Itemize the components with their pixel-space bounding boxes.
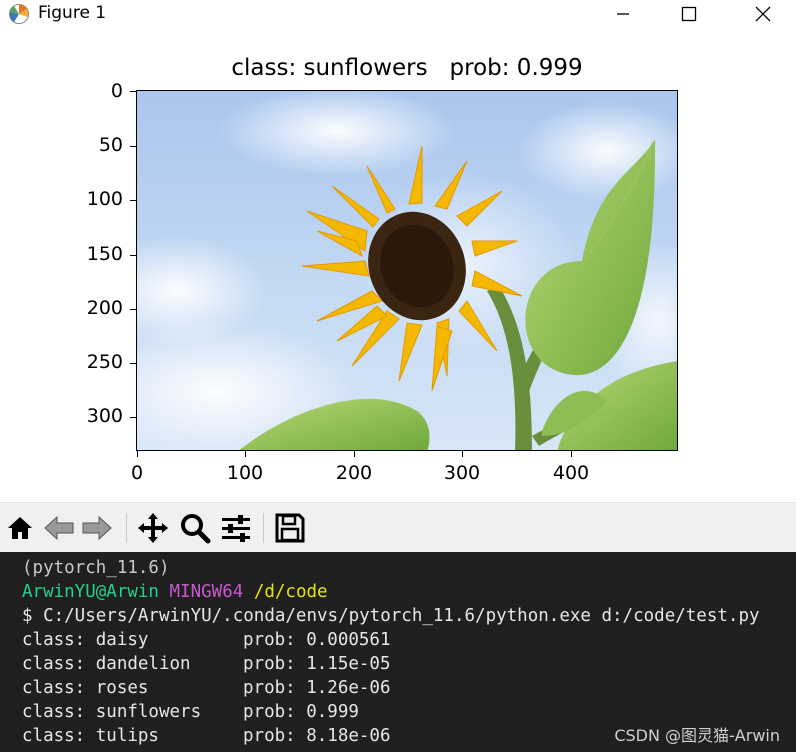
close-button[interactable]	[730, 0, 796, 28]
terminal-output[interactable]: (pytorch_11.6) ArwinYU@Arwin MINGW64 /d/…	[0, 552, 796, 752]
y-tick-label: 150	[86, 243, 123, 265]
zoom-magnifier-icon	[181, 514, 211, 544]
save-floppy-icon	[275, 513, 305, 543]
y-tick-label: 250	[86, 351, 123, 373]
result-prob: prob: 8.18e-06	[243, 726, 391, 746]
y-tick-mark	[130, 363, 136, 364]
y-tick-label: 200	[86, 297, 123, 319]
window-titlebar: Figure 1	[0, 0, 796, 28]
y-tick-label: 300	[86, 405, 123, 427]
toolbar-separator	[126, 513, 127, 543]
y-tick-mark	[130, 309, 136, 310]
plot-title: class: sunflowers prob: 0.999	[231, 55, 583, 81]
x-tick-mark	[354, 451, 355, 457]
forward-arrow-icon	[82, 515, 112, 541]
y-tick-mark	[130, 417, 136, 418]
terminal-command-line: $ C:/Users/ArwinYU/.conda/envs/pytorch_1…	[22, 606, 760, 626]
home-icon	[8, 517, 32, 539]
navigation-toolbar	[0, 502, 796, 553]
maximize-icon	[681, 6, 697, 22]
toolbar-separator	[263, 513, 264, 543]
prompt-system: MINGW64	[169, 582, 244, 602]
y-tick-mark	[130, 146, 136, 147]
result-class: class: tulips	[22, 726, 159, 746]
x-tick-label: 200	[335, 462, 373, 484]
x-tick-mark	[571, 451, 572, 457]
forward-button[interactable]	[80, 511, 114, 545]
y-tick-mark	[130, 200, 136, 201]
configure-subplots-button[interactable]	[219, 511, 253, 545]
minimize-button[interactable]	[590, 0, 656, 28]
x-tick-mark	[462, 451, 463, 457]
x-tick-mark	[245, 451, 246, 457]
result-class: class: dandelion	[22, 654, 191, 674]
pan-button[interactable]	[136, 511, 170, 545]
configure-subplots-icon	[222, 515, 250, 542]
result-prob: prob: 0.999	[243, 702, 359, 722]
result-prob: prob: 1.15e-05	[243, 654, 391, 674]
result-prob: prob: 1.26e-06	[243, 678, 391, 698]
image-axes[interactable]	[136, 90, 678, 451]
terminal-env-line: (pytorch_11.6)	[22, 558, 170, 578]
y-tick-label: 50	[98, 134, 123, 156]
y-tick-label: 0	[110, 80, 123, 102]
x-tick-label: 400	[552, 462, 590, 484]
y-tick-label: 100	[86, 188, 123, 210]
matplotlib-logo-icon	[8, 3, 32, 25]
back-arrow-icon	[44, 515, 74, 541]
back-button[interactable]	[42, 511, 76, 545]
close-icon	[755, 6, 771, 22]
save-button[interactable]	[273, 511, 307, 545]
terminal-prompt-line: ArwinYU@Arwin MINGW64 /d/code	[22, 582, 328, 602]
window-title: Figure 1	[38, 3, 107, 23]
maximize-button[interactable]	[656, 0, 722, 28]
minimize-icon	[617, 13, 629, 15]
x-tick-label: 300	[443, 462, 481, 484]
result-prob: prob: 0.000561	[243, 630, 391, 650]
prompt-path: /d/code	[253, 582, 328, 602]
result-class: class: roses	[22, 678, 149, 698]
x-tick-label: 0	[130, 462, 144, 484]
home-button[interactable]	[3, 511, 37, 545]
x-tick-label: 100	[226, 462, 264, 484]
result-class: class: daisy	[22, 630, 149, 650]
y-tick-mark	[130, 91, 136, 92]
prompt-user: ArwinYU@Arwin	[22, 582, 159, 602]
result-class: class: sunflowers	[22, 702, 202, 722]
zoom-button[interactable]	[178, 511, 212, 545]
sunflower-image	[137, 91, 677, 450]
y-tick-mark	[130, 255, 136, 256]
csdn-watermark: CSDN @图灵猫-Arwin	[614, 726, 780, 745]
x-tick-mark	[137, 451, 138, 457]
pan-move-icon	[138, 513, 168, 543]
